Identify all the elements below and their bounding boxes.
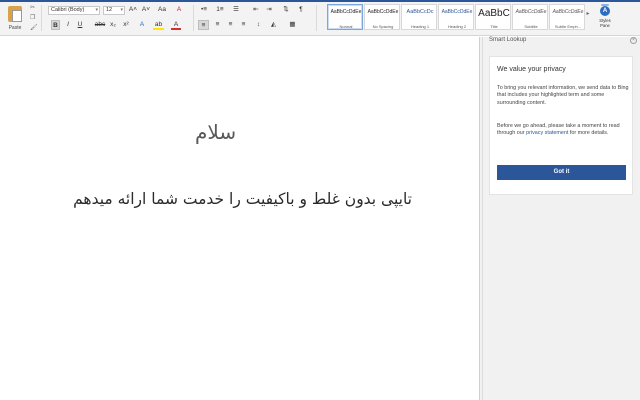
privacy-card: We value your privacy To bring you relev…: [489, 56, 633, 195]
font-name-field[interactable]: Calibri (Body) ▾: [48, 6, 100, 15]
chevron-right-icon[interactable]: ▸: [585, 10, 591, 24]
styles-pane-button[interactable]: A Styles Pane: [594, 4, 616, 35]
line-spacing-button[interactable]: ↕: [253, 20, 264, 30]
bold-button[interactable]: B: [51, 20, 60, 30]
cut-icon[interactable]: ✂: [30, 5, 36, 11]
show-formatting-marks-button[interactable]: ¶: [297, 5, 305, 15]
style-name: Subtle Emph...: [554, 24, 582, 29]
style-sample: AaBbC: [478, 8, 510, 19]
shading-button[interactable]: ◭: [268, 20, 279, 30]
align-center-button[interactable]: ≡: [212, 20, 223, 30]
style-name: No Spacing: [372, 24, 394, 29]
ribbon-top-accent: [0, 0, 640, 2]
document-heading: سلام: [195, 120, 237, 144]
font-size-value: 12: [106, 7, 113, 13]
style-name: Title: [490, 24, 498, 29]
underline-button[interactable]: U: [76, 20, 84, 30]
style-name: Heading 2: [447, 24, 467, 29]
pane-divider: [482, 37, 483, 400]
bullets-button[interactable]: •≡: [198, 5, 210, 15]
align-left-button[interactable]: ≡: [198, 20, 209, 30]
decrease-indent-button[interactable]: ⇤: [251, 5, 261, 15]
smart-lookup-pane: Smart Lookup × We value your privacy To …: [479, 37, 640, 400]
got-it-button[interactable]: Got it: [497, 165, 626, 180]
style-subtitle[interactable]: AaBbCcDdEe Subtitle: [512, 4, 548, 30]
numbering-button[interactable]: 1≡: [214, 5, 226, 15]
style-heading-2[interactable]: AaBbCcDdEe Heading 2: [438, 4, 474, 30]
ribbon-separator: [193, 5, 194, 31]
ribbon: Paste ✂ ❐ 🖌 Calibri (Body) ▾ 12 ▾ A˄ A˅ …: [0, 0, 640, 36]
multilevel-list-button[interactable]: ☰: [230, 5, 242, 15]
clipboard-icon: [8, 6, 22, 22]
pane-title: Smart Lookup: [489, 37, 527, 43]
styles-pane-label: Styles Pane: [599, 18, 611, 28]
privacy-paragraph-text: for more details.: [568, 130, 609, 137]
privacy-heading: We value your privacy: [497, 66, 566, 73]
paste-label: Paste: [8, 25, 22, 31]
superscript-button[interactable]: x²: [121, 20, 131, 30]
change-case-button[interactable]: Aa: [156, 5, 168, 15]
style-sample: AaBbCcDdEe: [441, 9, 473, 15]
styles-pane-icon: A: [600, 4, 610, 16]
style-heading-1[interactable]: AaBbCcDc Heading 1: [401, 4, 437, 30]
borders-button[interactable]: ▦: [287, 20, 298, 30]
style-subtle-emphasis[interactable]: AaBbCcDdEe Subtle Emph...: [549, 4, 585, 30]
privacy-paragraph: Before we go ahead, please take a moment…: [497, 123, 629, 138]
style-name: Subtitle: [524, 24, 538, 29]
privacy-paragraph: To bring you relevant information, we se…: [497, 85, 629, 106]
strikethrough-button[interactable]: abc: [94, 20, 106, 30]
text-effects-button[interactable]: A: [137, 20, 147, 30]
style-sample: AaBbCcDdEe: [367, 9, 399, 15]
ribbon-separator: [41, 5, 42, 31]
grow-font-button[interactable]: A˄: [128, 5, 138, 15]
shrink-font-button[interactable]: A˅: [141, 5, 151, 15]
close-icon[interactable]: ×: [630, 37, 637, 44]
font-size-field[interactable]: 12 ▾: [103, 6, 125, 15]
highlight-color-button[interactable]: ab: [153, 20, 164, 30]
font-name-value: Calibri (Body): [51, 7, 85, 13]
clear-formatting-button[interactable]: A: [174, 5, 184, 15]
font-color-button[interactable]: A: [171, 20, 181, 30]
justify-button[interactable]: ≡: [238, 20, 249, 30]
style-sample: AaBbCcDdEe: [515, 9, 547, 15]
style-sample: AaBbCcDdEe: [330, 9, 362, 15]
ribbon-separator: [316, 5, 317, 31]
chevron-down-icon[interactable]: ▾: [120, 7, 123, 14]
paste-button[interactable]: Paste: [4, 4, 26, 34]
format-painter-icon[interactable]: 🖌: [30, 25, 38, 31]
subscript-button[interactable]: x₂: [108, 20, 118, 30]
copy-icon[interactable]: ❐: [30, 15, 36, 21]
document-body-text: تایپی بدون غلط و باکیفیت را خدمت شما ارا…: [73, 190, 412, 208]
style-title[interactable]: AaBbC Title: [475, 4, 511, 30]
chevron-down-icon[interactable]: ▾: [95, 7, 98, 14]
style-sample: AaBbCcDc: [406, 9, 434, 15]
privacy-statement-link[interactable]: privacy statement: [526, 130, 568, 136]
style-sample: AaBbCcDdEe: [552, 9, 584, 15]
document-page[interactable]: سلام تایپی بدون غلط و باکیفیت را خدمت شم…: [0, 37, 478, 400]
increase-indent-button[interactable]: ⇥: [264, 5, 274, 15]
sort-button[interactable]: ⇅: [281, 5, 291, 15]
italic-button[interactable]: I: [64, 20, 72, 30]
style-normal[interactable]: AaBbCcDdEe Normal: [327, 4, 363, 30]
style-name: Heading 1: [410, 24, 430, 29]
style-name: Normal: [339, 24, 353, 29]
style-no-spacing[interactable]: AaBbCcDdEe No Spacing: [364, 4, 400, 30]
align-right-button[interactable]: ≡: [225, 20, 236, 30]
